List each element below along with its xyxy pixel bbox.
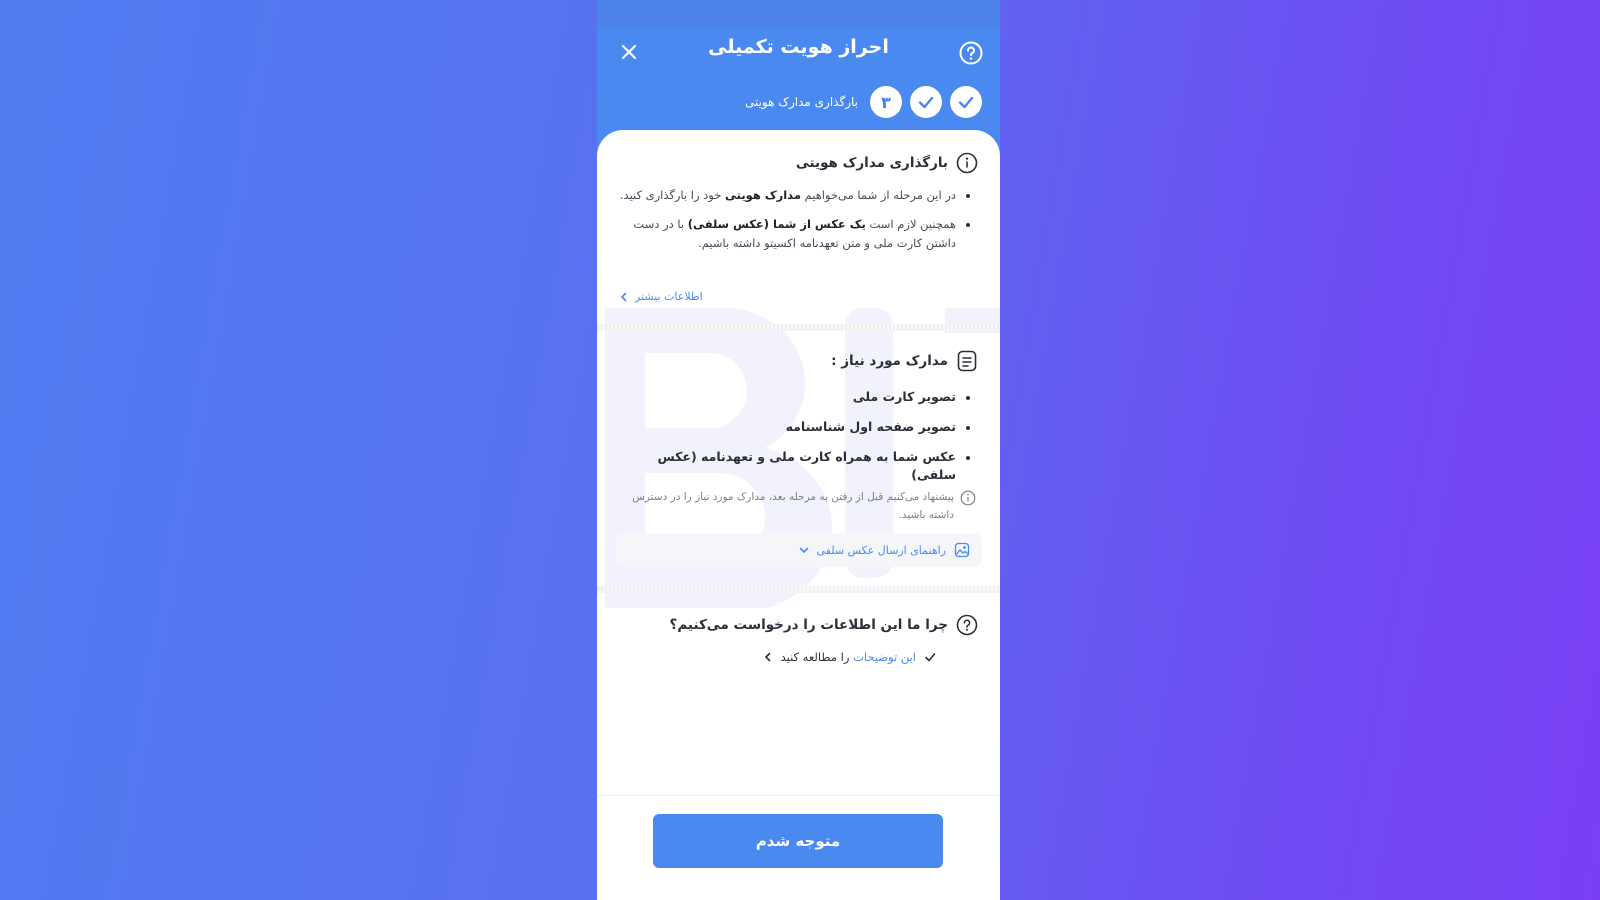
- intro-title: بارگذاری مدارک هویتی: [795, 155, 948, 171]
- chevron-down-icon: [799, 547, 808, 554]
- docs-section: مدارک مورد نیاز : تصویر کارت ملی تصویر ص…: [597, 350, 1000, 496]
- docs-title: مدارک مورد نیاز :: [831, 353, 948, 369]
- content-sheet: بارگذاری مدارک هویتی در این مرحله از شما…: [597, 130, 1000, 900]
- intro-bullet-1: در این مرحله از شما می‌خواهیم مدارک هویت…: [617, 186, 970, 205]
- docs-item: عکس شما به همراه کارت ملی و تعهدنامه (عک…: [617, 448, 970, 484]
- stepper: ۳ بارگذاری مدارک هویتی: [745, 86, 982, 118]
- selfie-guide-toggle[interactable]: راهنمای ارسال عکس سلفی: [615, 533, 982, 567]
- step-3-current: ۳: [870, 86, 902, 118]
- footer: متوجه شدم: [597, 795, 1000, 900]
- intro-section: بارگذاری مدارک هویتی در این مرحله از شما…: [597, 152, 1000, 263]
- divider: [597, 586, 1000, 593]
- divider: [597, 324, 1000, 331]
- check-icon: [925, 653, 936, 662]
- docs-list: تصویر کارت ملی تصویر صفحه اول شناسنامه ع…: [597, 388, 1000, 484]
- chevron-left-icon: [620, 292, 627, 301]
- page-title: احراز هویت تکمیلی: [708, 36, 889, 58]
- why-explanation-link[interactable]: این توضیحات را مطالعه کنید: [597, 650, 1000, 664]
- image-icon: [954, 542, 970, 558]
- question-icon: [956, 614, 978, 636]
- info-icon: [956, 152, 978, 174]
- phone-frame: احراز هویت تکمیلی ۳ بارگذاری مدارک هویتی: [597, 0, 1000, 900]
- docs-note: پیشنهاد می‌کنیم قبل از رفتن به مرحله بعد…: [617, 488, 976, 524]
- intro-bullets: در این مرحله از شما می‌خواهیم مدارک هویت…: [597, 186, 1000, 253]
- why-heading: چرا ما این اطلاعات را درخواست می‌کنیم؟: [597, 614, 1000, 636]
- step-label: بارگذاری مدارک هویتی: [744, 95, 858, 109]
- docs-item: تصویر صفحه اول شناسنامه: [617, 418, 970, 436]
- more-info-link[interactable]: اطلاعات بیشتر: [619, 290, 703, 303]
- help-icon[interactable]: [958, 40, 984, 66]
- info-small-icon: [960, 490, 976, 506]
- why-section: چرا ما این اطلاعات را درخواست می‌کنیم؟ ا…: [597, 614, 1000, 664]
- document-icon: [957, 350, 977, 372]
- docs-heading: مدارک مورد نیاز :: [597, 350, 1000, 372]
- docs-item: تصویر کارت ملی: [617, 388, 970, 406]
- confirm-button[interactable]: متوجه شدم: [653, 814, 943, 868]
- why-title: چرا ما این اطلاعات را درخواست می‌کنیم؟: [669, 617, 948, 633]
- step-2-check-icon: [910, 86, 942, 118]
- intro-bullet-2: همچنین لازم است یک عکس از شما (عکس سلفی)…: [617, 215, 970, 253]
- chevron-left-icon: [764, 652, 770, 662]
- step-1-check-icon: [950, 86, 982, 118]
- status-strip: [597, 0, 1000, 27]
- intro-heading: بارگذاری مدارک هویتی: [597, 152, 1000, 174]
